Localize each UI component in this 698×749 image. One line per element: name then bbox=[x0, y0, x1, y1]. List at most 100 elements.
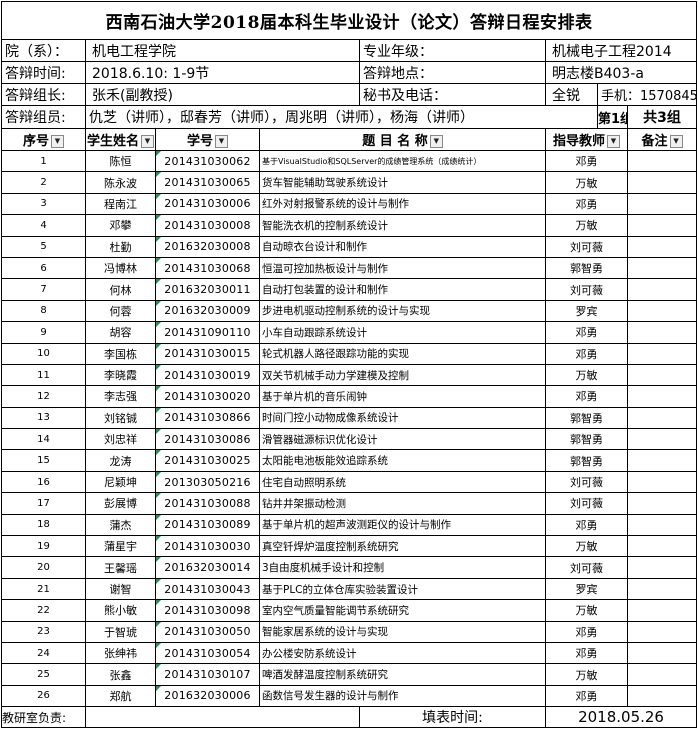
advisor-name[interactable]: 万敏 bbox=[545, 171, 628, 194]
student-name[interactable]: 李国栋 bbox=[85, 342, 156, 365]
note-cell[interactable] bbox=[626, 149, 698, 173]
note-cell[interactable] bbox=[626, 641, 698, 665]
note-cell[interactable] bbox=[626, 470, 698, 494]
row-number[interactable]: 3 bbox=[1, 192, 86, 216]
advisor-name[interactable]: 万敏 bbox=[545, 535, 628, 558]
student-name[interactable]: 何蓉 bbox=[85, 299, 156, 323]
note-cell[interactable] bbox=[626, 513, 698, 537]
advisor-name[interactable]: 郭智勇 bbox=[545, 256, 628, 280]
secretary-value[interactable]: 全锐 bbox=[545, 83, 598, 106]
thesis-title[interactable]: 时间门控小动物成像系统设计 bbox=[259, 406, 546, 430]
table-row[interactable]: 4 邓攀 201431030008 智能洗衣机的控制系统设计 万敏 bbox=[1, 214, 698, 237]
filter-dropdown-icon[interactable]: ▼ bbox=[215, 135, 228, 148]
phone-field[interactable]: 手机：15708458514 bbox=[596, 83, 698, 106]
student-id[interactable]: 201431030043 bbox=[155, 577, 260, 601]
note-cell[interactable] bbox=[626, 406, 698, 430]
thesis-title[interactable]: 自动晾衣台设计和制作 bbox=[259, 235, 546, 258]
col-header-no[interactable]: 序号 ▼ bbox=[1, 128, 86, 151]
table-row[interactable]: 6 冯博林 201431030068 恒温可控加热板设计与制作 郭智勇 bbox=[1, 256, 698, 280]
col-header-advisor[interactable]: 指导教师 ▼ bbox=[545, 128, 628, 151]
thesis-title[interactable]: 真空钎焊炉温度控制系统研究 bbox=[259, 535, 546, 558]
table-row[interactable]: 17 彭展博 201431030088 钻井井架振动检测 刘可薇 bbox=[1, 492, 698, 515]
row-number[interactable]: 14 bbox=[1, 428, 86, 451]
note-cell[interactable] bbox=[626, 385, 698, 408]
row-number[interactable]: 15 bbox=[1, 449, 86, 472]
advisor-name[interactable]: 邓勇 bbox=[545, 192, 628, 216]
student-id[interactable]: 201632030009 bbox=[155, 299, 260, 323]
student-id[interactable]: 201632030006 bbox=[155, 684, 260, 708]
note-cell[interactable] bbox=[626, 171, 698, 194]
advisor-name[interactable]: 邓勇 bbox=[545, 342, 628, 365]
row-number[interactable]: 10 bbox=[1, 342, 86, 365]
thesis-title[interactable]: 滑管器磁源标识优化设计 bbox=[259, 428, 546, 451]
student-name[interactable]: 陈恒 bbox=[85, 149, 156, 173]
student-name[interactable]: 谢智 bbox=[85, 577, 156, 601]
date-value[interactable]: 2018.05.26 bbox=[544, 706, 698, 729]
note-cell[interactable] bbox=[626, 192, 698, 216]
student-name[interactable]: 邓攀 bbox=[85, 214, 156, 237]
time-value[interactable]: 2018.6.10: 1-9节 bbox=[85, 61, 360, 84]
note-cell[interactable] bbox=[626, 492, 698, 515]
row-number[interactable]: 17 bbox=[1, 492, 86, 515]
college-value[interactable]: 机电工程学院 bbox=[85, 39, 360, 62]
row-number[interactable]: 11 bbox=[1, 363, 86, 387]
student-id[interactable]: 201431090110 bbox=[155, 321, 260, 344]
thesis-title[interactable]: 3自由度机械手设计和控制 bbox=[259, 556, 546, 579]
filter-dropdown-icon[interactable]: ▼ bbox=[669, 135, 683, 148]
advisor-name[interactable]: 刘可薇 bbox=[545, 470, 628, 494]
student-name[interactable]: 熊小敏 bbox=[85, 599, 156, 622]
row-number[interactable]: 9 bbox=[1, 321, 86, 344]
student-name[interactable]: 杜勤 bbox=[85, 235, 156, 258]
filter-dropdown-icon[interactable]: ▼ bbox=[607, 135, 620, 148]
student-name[interactable]: 冯博林 bbox=[85, 256, 156, 280]
table-row[interactable]: 21 谢智 201431030043 基于PLC的立体仓库实验装置设计 罗宾 bbox=[1, 577, 698, 601]
major-value[interactable]: 机械电子工程2014 bbox=[544, 39, 698, 62]
advisor-name[interactable]: 邓勇 bbox=[545, 149, 628, 173]
thesis-title[interactable]: 住宅自动照明系统 bbox=[259, 470, 546, 494]
student-id[interactable]: 201431030030 bbox=[155, 535, 260, 558]
advisor-name[interactable]: 刘可薇 bbox=[545, 235, 628, 258]
thesis-title[interactable]: 太阳能电池板能效追踪系统 bbox=[259, 449, 546, 472]
members-value[interactable]: 仇芝（讲师），邸春芳（讲师），周兆明（讲师），杨海（讲师） bbox=[85, 105, 598, 129]
student-name[interactable]: 张鑫 bbox=[85, 663, 156, 686]
leader-value[interactable]: 张禾(副教授) bbox=[85, 83, 360, 106]
advisor-name[interactable]: 郭智勇 bbox=[545, 406, 628, 430]
advisor-name[interactable]: 万敏 bbox=[545, 363, 628, 387]
row-number[interactable]: 4 bbox=[1, 214, 86, 237]
row-number[interactable]: 20 bbox=[1, 556, 86, 579]
table-row[interactable]: 12 李志强 201431030020 基于单片机的音乐闹钟 邓勇 bbox=[1, 385, 698, 408]
advisor-name[interactable]: 邓勇 bbox=[545, 620, 628, 643]
row-number[interactable]: 18 bbox=[1, 513, 86, 537]
note-cell[interactable] bbox=[626, 684, 698, 708]
table-row[interactable]: 23 于智琥 201431030050 智能家居系统的设计与实现 邓勇 bbox=[1, 620, 698, 643]
row-number[interactable]: 8 bbox=[1, 299, 86, 323]
table-row[interactable]: 22 熊小敏 201431030098 室内空气质量智能调节系统研究 万敏 bbox=[1, 599, 698, 622]
student-id[interactable]: 201431030098 bbox=[155, 599, 260, 622]
student-name[interactable]: 于智琥 bbox=[85, 620, 156, 643]
row-number[interactable]: 19 bbox=[1, 535, 86, 558]
student-id[interactable]: 201431030006 bbox=[155, 192, 260, 216]
thesis-title[interactable]: 函数信号发生器的设计与制作 bbox=[259, 684, 546, 708]
student-id[interactable]: 201431030866 bbox=[155, 406, 260, 430]
place-value[interactable]: 明志楼B403-a bbox=[544, 61, 698, 84]
note-cell[interactable] bbox=[626, 556, 698, 579]
table-row[interactable]: 24 张绅祎 201431030054 办公楼安防系统设计 邓勇 bbox=[1, 641, 698, 665]
note-cell[interactable] bbox=[626, 449, 698, 472]
filter-dropdown-icon[interactable]: ▼ bbox=[141, 135, 154, 148]
thesis-title[interactable]: 双关节机械手动力学建模及控制 bbox=[259, 363, 546, 387]
note-cell[interactable] bbox=[626, 663, 698, 686]
row-number[interactable]: 12 bbox=[1, 385, 86, 408]
advisor-name[interactable]: 邓勇 bbox=[545, 385, 628, 408]
table-row[interactable]: 15 龙涛 201431030025 太阳能电池板能效追踪系统 郭智勇 bbox=[1, 449, 698, 472]
note-cell[interactable] bbox=[626, 235, 698, 258]
student-name[interactable]: 刘忠祥 bbox=[85, 428, 156, 451]
table-row[interactable]: 1 陈恒 201431030062 基于VisualStudio和SQLServer的… bbox=[1, 149, 698, 173]
table-row[interactable]: 26 郑航 201632030006 函数信号发生器的设计与制作 邓勇 bbox=[1, 684, 698, 708]
student-name[interactable]: 龙涛 bbox=[85, 449, 156, 472]
table-row[interactable]: 18 蒲杰 201431030089 基于单片机的超声波测距仪的设计与制作 邓勇 bbox=[1, 513, 698, 537]
student-name[interactable]: 李志强 bbox=[85, 385, 156, 408]
thesis-title[interactable]: 红外对射报警系统的设计与制作 bbox=[259, 192, 546, 216]
student-id[interactable]: 201431030065 bbox=[155, 171, 260, 194]
advisor-name[interactable]: 万敏 bbox=[545, 214, 628, 237]
thesis-title[interactable]: 办公楼安防系统设计 bbox=[259, 641, 546, 665]
